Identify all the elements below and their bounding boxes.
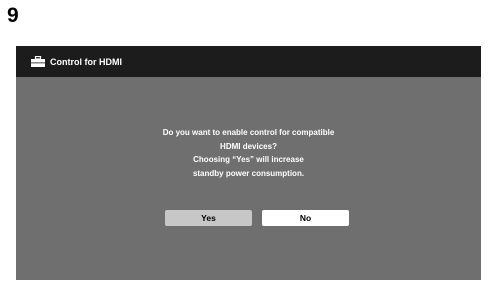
step-number: 9 (7, 4, 19, 27)
title-bar: Control for HDMI (16, 46, 481, 77)
tv-screen: Control for HDMI Do you want to enable c… (16, 46, 481, 280)
dialog-title: Control for HDMI (50, 56, 122, 67)
dialog-message: Do you want to enable control for compat… (16, 126, 481, 180)
message-line: Choosing “Yes” will increase (193, 155, 304, 164)
no-button[interactable]: No (262, 210, 349, 226)
message-line: standby power consumption. (192, 168, 305, 178)
message-line: Do you want to enable control for compat… (162, 128, 335, 137)
toolbox-icon (31, 56, 45, 67)
message-line: HDMI devices? (220, 141, 277, 151)
yes-button[interactable]: Yes (165, 210, 252, 226)
